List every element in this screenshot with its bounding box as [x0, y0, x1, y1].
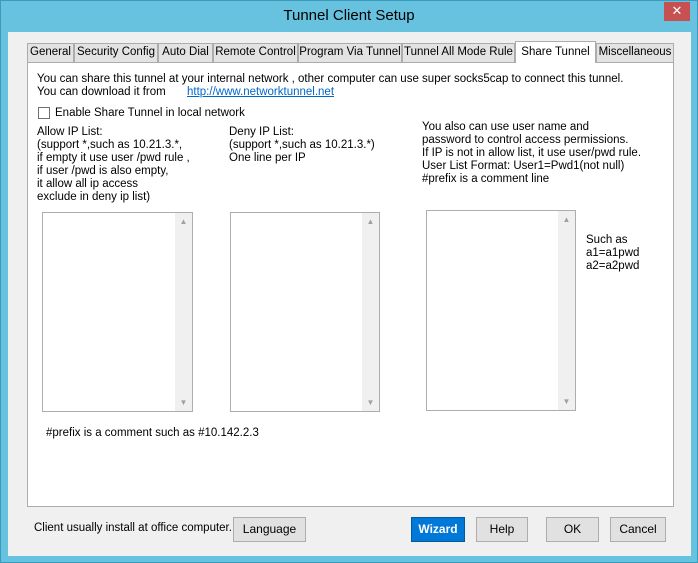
allow-line: if user /pwd is also empty,	[37, 165, 169, 177]
deny-line: Deny IP List:	[229, 126, 294, 138]
allow-line: if empty it use user /pwd rule ,	[37, 152, 190, 164]
allow-line: it allow all ip access	[37, 178, 138, 190]
share-tunnel-panel: You can share this tunnel at your intern…	[27, 62, 674, 507]
language-button[interactable]: Language	[233, 517, 306, 542]
scroll-down-icon[interactable]: ▼	[175, 394, 192, 411]
wizard-button[interactable]: Wizard	[411, 517, 465, 542]
user-line: password to control access permissions.	[422, 134, 629, 146]
example-line: a2=a2pwd	[586, 260, 640, 272]
tab-security-config[interactable]: Security Config	[74, 43, 158, 62]
intro-text: You can share this tunnel at your intern…	[37, 73, 624, 85]
user-list-listbox[interactable]: ▲ ▼	[426, 210, 576, 411]
tab-remote-control[interactable]: Remote Control	[213, 43, 298, 62]
close-button[interactable]: ✕	[664, 2, 690, 21]
allow-line: exclude in deny ip list)	[37, 191, 151, 203]
help-button[interactable]: Help	[476, 517, 528, 542]
user-line: If IP is not in allow list, it use user/…	[422, 147, 642, 159]
example-line: a1=a1pwd	[586, 247, 640, 259]
download-link[interactable]: http://www.networktunnel.net	[187, 86, 334, 99]
window-title: Tunnel Client Setup	[283, 7, 415, 24]
tab-tunnel-all-mode-rule[interactable]: Tunnel All Mode Rule	[402, 43, 515, 62]
title-bar[interactable]: Tunnel Client Setup ✕	[1, 1, 697, 32]
tunnel-client-setup-window: Tunnel Client Setup ✕ General Security C…	[0, 0, 698, 563]
allow-ip-listbox[interactable]: ▲ ▼	[42, 212, 193, 412]
ok-button[interactable]: OK	[546, 517, 599, 542]
enable-share-tunnel-checkbox[interactable]	[38, 107, 50, 119]
allow-line: Allow IP List:	[37, 126, 103, 138]
allow-ip-scrollbar[interactable]: ▲ ▼	[175, 213, 192, 411]
cancel-button[interactable]: Cancel	[610, 517, 666, 542]
scroll-up-icon[interactable]: ▲	[362, 213, 379, 230]
tab-share-tunnel[interactable]: Share Tunnel	[515, 41, 596, 63]
allow-line: (support *,such as 10.21.3.*,	[37, 139, 183, 151]
deny-ip-scrollbar[interactable]: ▲ ▼	[362, 213, 379, 411]
scroll-up-icon[interactable]: ▲	[175, 213, 192, 230]
download-text: You can download it from	[37, 86, 166, 98]
deny-line: (support *,such as 10.21.3.*)	[229, 139, 375, 151]
user-line: #prefix is a comment line	[422, 173, 550, 185]
example-line: Such as	[586, 234, 628, 246]
close-icon: ✕	[671, 3, 683, 18]
user-line: You also can use user name and	[422, 121, 590, 133]
tab-general[interactable]: General	[27, 43, 74, 62]
scroll-up-icon[interactable]: ▲	[558, 211, 575, 228]
scroll-down-icon[interactable]: ▼	[558, 393, 575, 410]
tab-miscellaneous[interactable]: Miscellaneous	[596, 43, 674, 62]
scroll-down-icon[interactable]: ▼	[362, 394, 379, 411]
tab-program-via-tunnel[interactable]: Program Via Tunnel	[298, 43, 402, 62]
deny-ip-listbox[interactable]: ▲ ▼	[230, 212, 380, 412]
deny-line: One line per IP	[229, 152, 306, 164]
comment-note: #prefix is a comment such as #10.142.2.3	[46, 427, 259, 439]
user-list-scrollbar[interactable]: ▲ ▼	[558, 211, 575, 410]
enable-share-tunnel-label: Enable Share Tunnel in local network	[55, 107, 245, 119]
user-line: User List Format: User1=Pwd1(not null)	[422, 160, 625, 172]
tab-auto-dial[interactable]: Auto Dial	[158, 43, 213, 62]
footer-note: Client usually install at office compute…	[34, 522, 232, 534]
dialog-client-area: General Security Config Auto Dial Remote…	[8, 32, 691, 556]
